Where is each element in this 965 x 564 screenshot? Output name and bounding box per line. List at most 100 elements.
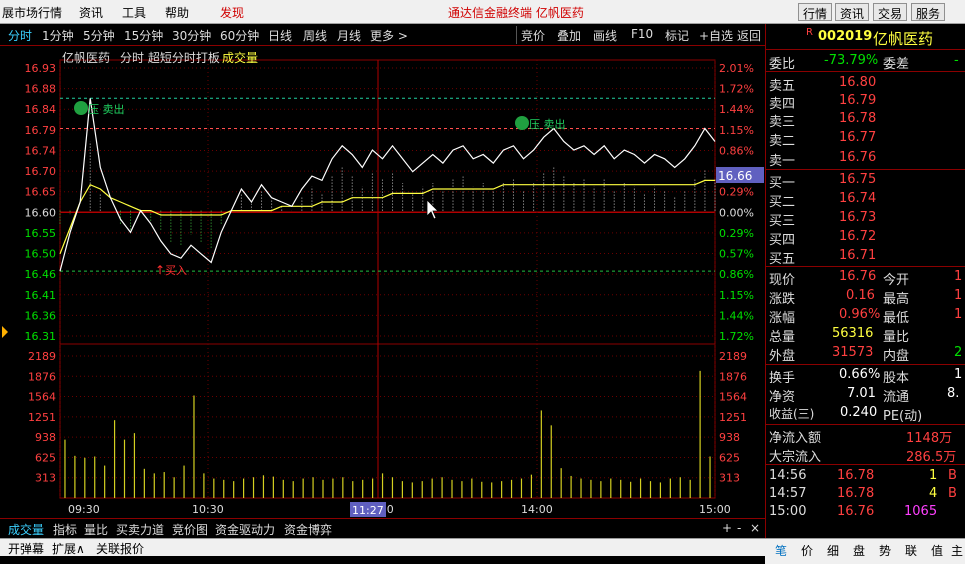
danmaku-toggle[interactable]: 开弹幕 <box>8 540 44 557</box>
chart-frame <box>59 59 716 499</box>
ask3-price: 16.78 <box>839 111 877 126</box>
zoom-out-button[interactable]: - <box>737 521 741 535</box>
chart-canvas[interactable]: 16.93 2.01% 16.88 1.72% 16.84 1.44% 16.79 1.15%… <box>0 46 765 518</box>
stat-value: 31573 <box>832 345 874 360</box>
quote-button[interactable]: 行情 <box>798 3 833 21</box>
period-intraday[interactable]: 分时 <box>8 27 32 44</box>
ask4-price: 16.79 <box>839 93 877 108</box>
buy-signal-marker: ↑ 买入 <box>155 263 187 277</box>
divider <box>766 364 965 365</box>
tab-ticks[interactable]: 笔 <box>775 542 787 559</box>
stat-value: 2 <box>954 345 963 360</box>
close-icon[interactable]: × <box>750 521 760 535</box>
tab-related[interactable]: 联 <box>905 542 917 559</box>
volume-tick-label-right: 938 <box>719 431 740 444</box>
volume-tick-label: 625 <box>35 451 56 464</box>
stat2-value: 8. <box>947 386 960 401</box>
tab-buy-sell-force[interactable]: 买卖力道 <box>116 521 164 538</box>
tab-main[interactable]: 主 <box>951 542 963 559</box>
f10-button[interactable]: F10 <box>631 27 653 41</box>
bid5-price: 16.71 <box>839 248 877 263</box>
tab-fund-drive[interactable]: 资金驱动力 <box>215 521 275 538</box>
tab-auction-chart[interactable]: 竞价图 <box>172 521 208 538</box>
volume-tick-label: 1876 <box>28 370 56 383</box>
stat-label: 量比 <box>883 330 910 345</box>
stat-label: 最高 <box>883 292 910 307</box>
period-more[interactable]: 更多 > <box>370 27 408 44</box>
tab-detail[interactable]: 细 <box>827 542 839 559</box>
tab-fund-game[interactable]: 资金博弈 <box>284 521 332 538</box>
zoom-in-button[interactable]: + <box>722 521 732 535</box>
menu-help[interactable]: 帮助 <box>165 4 189 21</box>
period-30min[interactable]: 30分钟 <box>172 27 211 44</box>
period-5min[interactable]: 5分钟 <box>83 27 115 44</box>
back-button[interactable]: 返回 <box>737 27 761 44</box>
pct-tick-label: 0.86% <box>719 144 754 157</box>
tab-volume[interactable]: 成交量 <box>8 521 44 538</box>
price-tick-label: 16.55 <box>25 227 57 240</box>
ask1-label: 卖一 <box>769 154 796 169</box>
cursor-time-tag: 11:27 <box>352 504 384 517</box>
indicator-tabs: 成交量 指标 量比 买卖力道 竞价图 资金驱动力 资金博弈 + - × <box>0 518 765 538</box>
tab-volume-ratio[interactable]: 量比 <box>84 521 108 538</box>
price-tick-label: 16.46 <box>25 268 57 281</box>
divider <box>766 71 965 72</box>
tab-price[interactable]: 价 <box>801 542 813 559</box>
expand-button[interactable]: 扩展∧ <box>52 540 85 557</box>
buy-signal-label: 买入 <box>165 264 187 277</box>
time-tick-label: 09:30 <box>68 503 100 516</box>
related-quote-button[interactable]: 关联报价 <box>96 540 144 557</box>
side-panel-arrow-icon[interactable] <box>2 326 8 338</box>
price-tick-label: 16.88 <box>25 83 57 96</box>
period-daily[interactable]: 日线 <box>268 27 292 44</box>
stat2-label: 流通 <box>883 390 910 405</box>
tick-side: B <box>948 486 957 501</box>
bid5-label: 买五 <box>769 252 796 267</box>
pct-tick-label: 0.29% <box>719 186 754 199</box>
overlay-button[interactable]: 叠加 <box>557 27 581 44</box>
period-weekly[interactable]: 周线 <box>303 27 327 44</box>
volume-tick-label-right: 313 <box>719 472 740 485</box>
period-15min[interactable]: 15分钟 <box>124 27 163 44</box>
draw-button[interactable]: 画线 <box>593 27 617 44</box>
chart-view-label: 分时 超短分时打板 <box>120 50 220 65</box>
buy-arrow-icon: ↑ <box>155 263 165 277</box>
tick-volume: 4 <box>929 486 938 501</box>
price-tick-label: 16.79 <box>25 124 57 137</box>
quote-panel-tabs: 笔 价 细 盘 势 联 值 主 <box>765 538 965 564</box>
stat2-value: 1 <box>954 367 963 382</box>
stat2-label: 换手 <box>769 371 796 386</box>
menu-market[interactable]: 展市场行情 <box>2 4 62 21</box>
bid3-label: 买三 <box>769 214 796 229</box>
mark-button[interactable]: 标记 <box>665 27 689 44</box>
price-tick-label: 16.65 <box>25 186 57 199</box>
stat2-value: 0.240 <box>840 405 878 420</box>
flow-label: 大宗流入 <box>769 450 822 465</box>
add-watchlist-button[interactable]: +自选 <box>699 27 733 44</box>
auction-button[interactable]: 竞价 <box>521 27 545 44</box>
price-tick-label: 16.50 <box>25 248 57 261</box>
period-1min[interactable]: 1分钟 <box>42 27 74 44</box>
tick-price: 16.78 <box>837 468 875 483</box>
period-monthly[interactable]: 月线 <box>337 27 361 44</box>
tab-value[interactable]: 值 <box>931 542 943 559</box>
price-tick-label: 16.36 <box>25 309 57 322</box>
news-button[interactable]: 资讯 <box>835 3 870 21</box>
intraday-chart[interactable]: 16.93 2.01% 16.88 1.72% 16.84 1.44% 16.79 1.15%… <box>0 46 765 518</box>
menu-discover[interactable]: 发现 <box>220 4 244 21</box>
stat-label: 外盘 <box>769 349 796 364</box>
trade-button[interactable]: 交易 <box>873 3 908 21</box>
tab-indicator[interactable]: 指标 <box>53 521 77 538</box>
bid1-label: 买一 <box>769 176 796 191</box>
menu-tools[interactable]: 工具 <box>122 4 146 21</box>
period-60min[interactable]: 60分钟 <box>220 27 259 44</box>
quote-panel: R 002019 亿帆医药 委比 -73.79% 委差 - 卖五 16.80 卖… <box>765 24 965 564</box>
service-button[interactable]: 服务 <box>911 3 946 21</box>
menu-news[interactable]: 资讯 <box>79 4 103 21</box>
stat2-value: 7.01 <box>847 386 876 401</box>
mouse-cursor-icon <box>426 199 439 220</box>
sell-signal-label-2: 压 卖出 <box>529 117 566 131</box>
volume-tick-label-right: 1251 <box>719 411 747 424</box>
tab-depth[interactable]: 盘 <box>853 542 865 559</box>
tab-trend[interactable]: 势 <box>879 542 891 559</box>
